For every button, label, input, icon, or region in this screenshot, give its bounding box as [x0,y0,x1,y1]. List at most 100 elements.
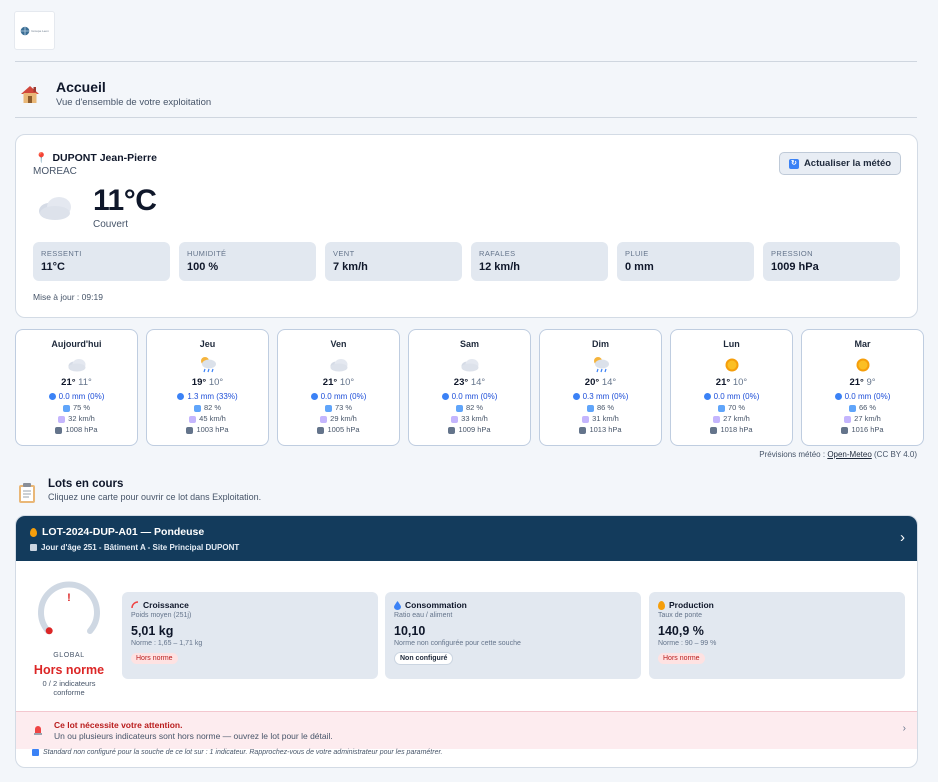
refresh-weather-label: Actualiser la météo [803,158,892,169]
cloud-icon [39,197,71,220]
forecast-humidity-value: 82 % [203,403,222,412]
forecast-rain-value: 0.0 mm (0%) [844,392,891,401]
indicator-title-text: Croissance [143,600,189,610]
forecast-day: Jeu 19° 10° 1.3 mm (33%) 82 % 45 km/h 10… [146,329,269,446]
lot-card[interactable]: LOT-2024-DUP-A01 — Pondeuse Jour d'âge 2… [15,515,918,768]
page-title: Accueil [56,79,106,95]
status-badge: Hors norme [658,653,705,664]
gauge-icon [448,426,456,434]
lot-title: LOT-2024-DUP-A01 — Pondeuse [30,526,903,538]
current-description: Couvert [93,219,129,230]
metric-humidite: HUMIDITÉ 100 % [179,242,316,281]
forecast-rain-value: 0.0 mm (0%) [320,392,367,401]
forecast-day: Sam 23° 14° 0.0 mm (0%) 82 % 33 km/h 100… [408,329,531,446]
refresh-weather-button[interactable]: ↻ Actualiser la météo [779,152,901,175]
humidity-icon [193,404,201,412]
forecast-humidity-value: 73 % [334,403,353,412]
egg-icon [30,527,37,537]
indicator-title: Croissance [131,600,369,610]
metric-value: 100 % [187,261,219,273]
forecast-day: Ven 21° 10° 0.0 mm (0%) 73 % 29 km/h 100… [277,329,400,446]
cloud-icon [16,353,137,376]
water-drop-icon [48,393,56,401]
gauge-marker [45,627,53,635]
forecast-pressure-value: 1009 hPa [458,425,491,434]
forecast-wind-value: 45 km/h [199,414,226,423]
status-badge: Hors norme [131,653,178,664]
house-icon [21,86,39,103]
forecast-temps: 21° 9° [802,377,923,388]
indicator-title-text: Consommation [405,600,467,610]
growth-icon [131,601,139,609]
forecast-tmin: 11° [78,377,92,388]
weather-card: 📍 DUPONT Jean-Pierre MOREAC ↻ Actualiser… [15,134,918,318]
attention-alert[interactable]: Ce lot nécessite votre attention. Un ou … [16,711,917,749]
farm-name-text: DUPONT Jean-Pierre [52,152,157,164]
lots-title: Lots en cours [48,478,124,490]
forecast-pressure-value: 1005 hPa [327,425,360,434]
forecast-temps: 23° 14° [409,377,530,388]
lot-header[interactable]: LOT-2024-DUP-A01 — Pondeuse Jour d'âge 2… [16,516,917,561]
forecast-pressure: 1008 hPa [16,425,137,434]
wind-icon [58,415,66,423]
forecast-rain: 0.0 mm (0%) [278,392,399,401]
humidity-icon [455,404,463,412]
status-badge: Non configuré [394,652,454,665]
indicator-norm: Norme non configurée pour cette souche [394,640,521,647]
forecast-day: Lun 21° 10° 0.0 mm (0%) 70 % 27 km/h 101… [670,329,793,446]
forecast-pressure: 1009 hPa [409,425,530,434]
forecast-tmin: 9° [866,377,876,388]
gauge-icon [710,426,718,434]
forecast-pressure: 1013 hPa [540,425,661,434]
forecast-pressure-value: 1013 hPa [589,425,622,434]
forecast-wind: 32 km/h [16,414,137,423]
forecast-wind: 31 km/h [540,414,661,423]
wind-icon [582,415,590,423]
indicator-sub: Taux de ponte [658,612,702,619]
indicator-production[interactable]: Production Taux de ponte 140,9 % Norme :… [649,592,905,679]
water-drop-icon [441,393,449,401]
cloud-icon [409,353,530,376]
forecast-humidity: 86 % [540,403,661,412]
gauge-icon [317,426,325,434]
indicator-croissance[interactable]: Croissance Poids moyen (251j) 5,01 kg No… [122,592,378,679]
chevron-right-icon[interactable]: › [903,723,906,734]
rain-icon [147,353,268,376]
metric-value: 1009 hPa [771,261,819,273]
forecast-pressure: 1005 hPa [278,425,399,434]
forecast-wind: 27 km/h [802,414,923,423]
water-drop-icon [310,393,318,401]
forecast-wind-value: 31 km/h [592,414,619,423]
forecast-pressure-value: 1018 hPa [720,425,753,434]
footnote-text: Standard non configuré pour la souche de… [43,749,443,756]
forecast-wind: 27 km/h [671,414,792,423]
forecast-humidity: 82 % [409,403,530,412]
weather-metrics: RESSENTI 11°C HUMIDITÉ 100 % VENT 7 km/h… [33,242,900,281]
forecast-day: Mar 21° 9° 0.0 mm (0%) 66 % 27 km/h 1016… [801,329,924,446]
forecast-wind-value: 29 km/h [330,414,357,423]
forecast-row: Aujourd'hui 21° 11° 0.0 mm (0%) 75 % 32 … [15,329,924,446]
water-drop-icon [572,393,580,401]
gauge-exclamation: ! [67,592,71,604]
credit-suffix: (CC BY 4.0) [874,450,917,459]
forecast-humidity: 66 % [802,403,923,412]
gauge-icon [841,426,849,434]
rain-icon [540,353,661,376]
wind-icon [189,415,197,423]
company-logo[interactable]: Groupe Leon [14,11,55,50]
forecast-tmin: 10° [339,377,355,388]
gauge-icon [55,426,63,434]
open-meteo-link[interactable]: Open-Meteo [827,450,871,459]
lot-subtitle: Jour d'âge 251 - Bâtiment A - Site Princ… [30,543,903,552]
forecast-rain: 1.3 mm (33%) [147,392,268,401]
humidity-icon [848,404,856,412]
metric-value: 0 mm [625,261,654,273]
indicator-consommation[interactable]: Consommation Ratio eau / aliment 10,10 N… [385,592,641,679]
humidity-icon [324,404,332,412]
indicator-sub: Ratio eau / aliment [394,612,453,619]
sun-icon [802,353,923,376]
metric-pression: PRESSION 1009 hPa [763,242,900,281]
chevron-right-icon[interactable]: › [900,529,905,546]
location-pin-icon: 📍 [35,152,48,164]
lots-subtitle: Cliquez une carte pour ouvrir ce lot dan… [48,492,262,502]
